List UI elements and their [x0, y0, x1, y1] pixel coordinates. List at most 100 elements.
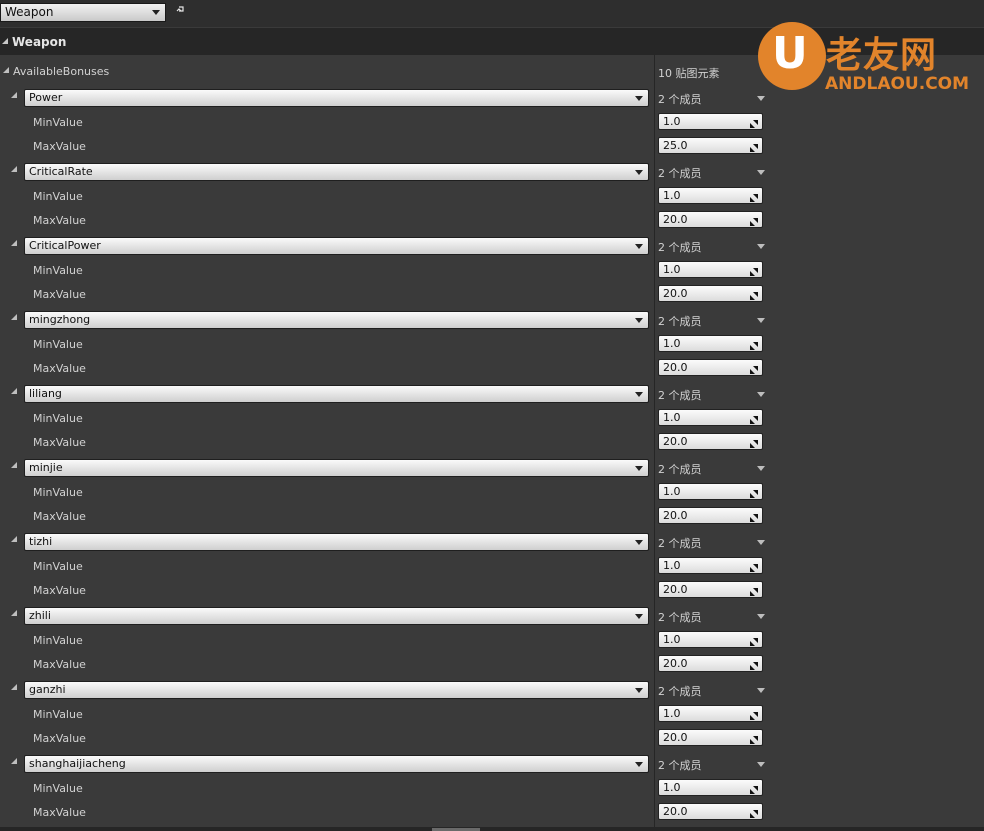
expand-triangle-icon[interactable]	[11, 166, 17, 172]
drag-handle-icon[interactable]	[750, 733, 758, 744]
map-property-label: AvailableBonuses	[13, 65, 110, 78]
map-element-count: 10 贴图元素	[658, 67, 720, 80]
reset-icon[interactable]	[176, 5, 186, 15]
map-key-dropdown[interactable]: tizhi	[24, 533, 649, 551]
max-value-label: MaxValue	[33, 584, 86, 597]
map-key-dropdown[interactable]: zhili	[24, 607, 649, 625]
chevron-down-icon	[635, 540, 643, 545]
expand-triangle-icon[interactable]	[11, 462, 17, 468]
map-key-value: zhili	[29, 609, 51, 622]
column-divider[interactable]	[654, 28, 655, 828]
drag-handle-icon[interactable]	[750, 215, 758, 226]
min-value-input[interactable]: 1.0	[658, 187, 763, 204]
min-value-label: MinValue	[33, 560, 83, 573]
chevron-down-icon	[635, 318, 643, 323]
expand-triangle-icon[interactable]	[11, 314, 17, 320]
max-value-text: 20.0	[663, 213, 688, 226]
max-value-input[interactable]: 20.0	[658, 285, 763, 302]
expand-triangle-icon[interactable]	[3, 67, 9, 73]
drag-handle-icon[interactable]	[750, 141, 758, 152]
drag-handle-icon[interactable]	[750, 265, 758, 276]
min-value-input[interactable]: 1.0	[658, 779, 763, 796]
max-value-input[interactable]: 20.0	[658, 433, 763, 450]
max-value-input[interactable]: 20.0	[658, 507, 763, 524]
chevron-down-icon	[635, 96, 643, 101]
max-value-input[interactable]: 20.0	[658, 581, 763, 598]
min-value-input[interactable]: 1.0	[658, 631, 763, 648]
drag-handle-icon[interactable]	[750, 585, 758, 596]
expand-triangle-icon[interactable]	[11, 610, 17, 616]
drag-handle-icon[interactable]	[750, 191, 758, 202]
category-title: Weapon	[12, 35, 67, 49]
entry-options-chevron-icon[interactable]	[757, 614, 765, 619]
entry-options-chevron-icon[interactable]	[757, 540, 765, 545]
expand-triangle-icon[interactable]	[11, 536, 17, 542]
entry-options-chevron-icon[interactable]	[757, 318, 765, 323]
drag-handle-icon[interactable]	[750, 363, 758, 374]
min-value-input[interactable]: 1.0	[658, 113, 763, 130]
entry-options-chevron-icon[interactable]	[757, 688, 765, 693]
expand-triangle-icon[interactable]	[11, 388, 17, 394]
min-value-label: MinValue	[33, 634, 83, 647]
min-value-text: 1.0	[663, 707, 681, 720]
struct-member-count: 2 个成员	[658, 611, 702, 624]
drag-handle-icon[interactable]	[750, 561, 758, 572]
drag-handle-icon[interactable]	[750, 635, 758, 646]
max-value-label: MaxValue	[33, 658, 86, 671]
map-key-dropdown[interactable]: CriticalPower	[24, 237, 649, 255]
drag-handle-icon[interactable]	[750, 709, 758, 720]
max-value-text: 20.0	[663, 657, 688, 670]
min-value-input[interactable]: 1.0	[658, 335, 763, 352]
drag-handle-icon[interactable]	[750, 783, 758, 794]
map-key-dropdown[interactable]: CriticalRate	[24, 163, 649, 181]
drag-handle-icon[interactable]	[750, 807, 758, 818]
entry-options-chevron-icon[interactable]	[757, 244, 765, 249]
map-key-dropdown[interactable]: minjie	[24, 459, 649, 477]
struct-member-count: 2 个成员	[658, 685, 702, 698]
min-value-input[interactable]: 1.0	[658, 483, 763, 500]
map-key-dropdown[interactable]: ganzhi	[24, 681, 649, 699]
entry-options-chevron-icon[interactable]	[757, 392, 765, 397]
min-value-input[interactable]: 1.0	[658, 557, 763, 574]
map-key-dropdown[interactable]: mingzhong	[24, 311, 649, 329]
entry-options-chevron-icon[interactable]	[757, 762, 765, 767]
expand-triangle-icon[interactable]	[11, 92, 17, 98]
map-key-dropdown[interactable]: Power	[24, 89, 649, 107]
entry-options-chevron-icon[interactable]	[757, 96, 765, 101]
map-key-dropdown[interactable]: liliang	[24, 385, 649, 403]
drag-handle-icon[interactable]	[750, 413, 758, 424]
max-value-input[interactable]: 20.0	[658, 655, 763, 672]
min-value-label: MinValue	[33, 486, 83, 499]
expand-triangle-icon[interactable]	[11, 758, 17, 764]
drag-handle-icon[interactable]	[750, 659, 758, 670]
max-value-input[interactable]: 20.0	[658, 211, 763, 228]
entry-options-chevron-icon[interactable]	[757, 170, 765, 175]
min-value-input[interactable]: 1.0	[658, 261, 763, 278]
drag-handle-icon[interactable]	[750, 511, 758, 522]
drag-handle-icon[interactable]	[750, 339, 758, 350]
drag-handle-icon[interactable]	[750, 487, 758, 498]
max-value-input[interactable]: 20.0	[658, 729, 763, 746]
min-value-input[interactable]: 1.0	[658, 705, 763, 722]
entry-options-chevron-icon[interactable]	[757, 466, 765, 471]
asset-dropdown[interactable]: Weapon	[0, 3, 166, 22]
expand-triangle-icon[interactable]	[11, 684, 17, 690]
map-key-value: tizhi	[29, 535, 53, 548]
max-value-input[interactable]: 25.0	[658, 137, 763, 154]
toolbar: Weapon	[0, 0, 984, 27]
drag-handle-icon[interactable]	[750, 437, 758, 448]
max-value-label: MaxValue	[33, 140, 86, 153]
min-value-text: 1.0	[663, 337, 681, 350]
min-value-input[interactable]: 1.0	[658, 409, 763, 426]
min-value-label: MinValue	[33, 264, 83, 277]
expand-triangle-icon[interactable]	[11, 240, 17, 246]
max-value-text: 20.0	[663, 361, 688, 374]
max-value-input[interactable]: 20.0	[658, 803, 763, 820]
map-key-dropdown[interactable]: shanghaijiacheng	[24, 755, 649, 773]
struct-member-count: 2 个成员	[658, 389, 702, 402]
drag-handle-icon[interactable]	[750, 289, 758, 300]
struct-member-count: 2 个成员	[658, 241, 702, 254]
max-value-text: 25.0	[663, 139, 688, 152]
max-value-input[interactable]: 20.0	[658, 359, 763, 376]
drag-handle-icon[interactable]	[750, 117, 758, 128]
